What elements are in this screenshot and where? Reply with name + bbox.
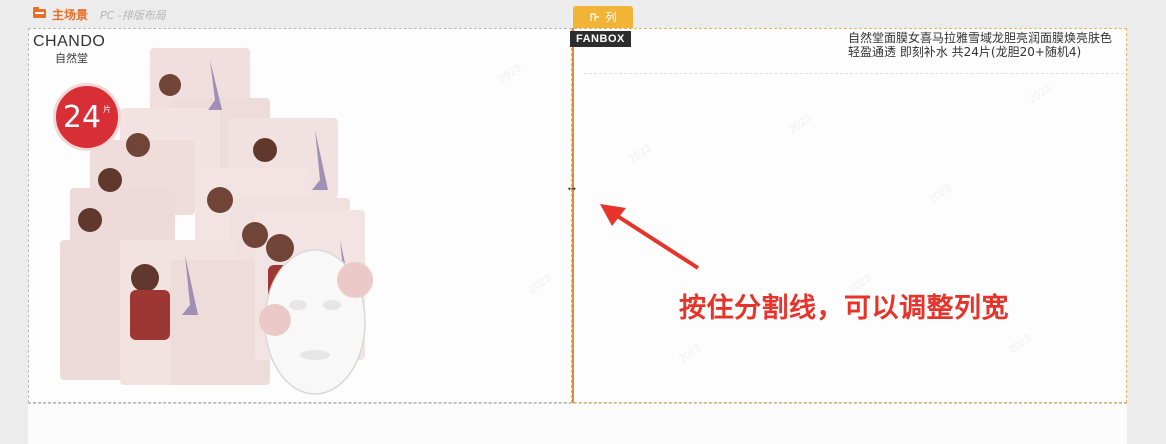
section-bottom-border (28, 403, 1127, 404)
piece-count-badge: 24 片 (53, 83, 121, 151)
scene-subtitle: PC -排版布局 (100, 9, 166, 22)
piece-count-value: 24 (62, 99, 102, 135)
brand-name-cn: 自然堂 (55, 52, 88, 65)
column-tag[interactable]: 列 (573, 6, 633, 28)
title-separator (584, 73, 1124, 74)
resize-horizontal-icon[interactable]: ↔ (564, 180, 580, 193)
arrow-pointer-icon (600, 204, 700, 270)
piece-count-unit: 片 (103, 104, 112, 114)
column-icon (589, 13, 599, 21)
product-title[interactable]: 自然堂面膜女喜马拉雅雪域龙胆亮润面膜焕亮肤色 轻盈通透 即刻补水 共24片(龙胆… (848, 31, 1122, 59)
fanbox-badge: FANBOX (570, 31, 631, 47)
column-tag-label: 列 (605, 11, 617, 24)
scene-title[interactable]: 主场景 (52, 6, 88, 23)
folder-icon (33, 7, 46, 18)
column-divider[interactable] (572, 28, 574, 403)
brand-name-en: CHANDO (33, 33, 106, 50)
resize-hint: 按住分割线，可以调整列宽 (679, 293, 1009, 324)
brand-logo: CHANDO 自然堂 (33, 33, 133, 66)
